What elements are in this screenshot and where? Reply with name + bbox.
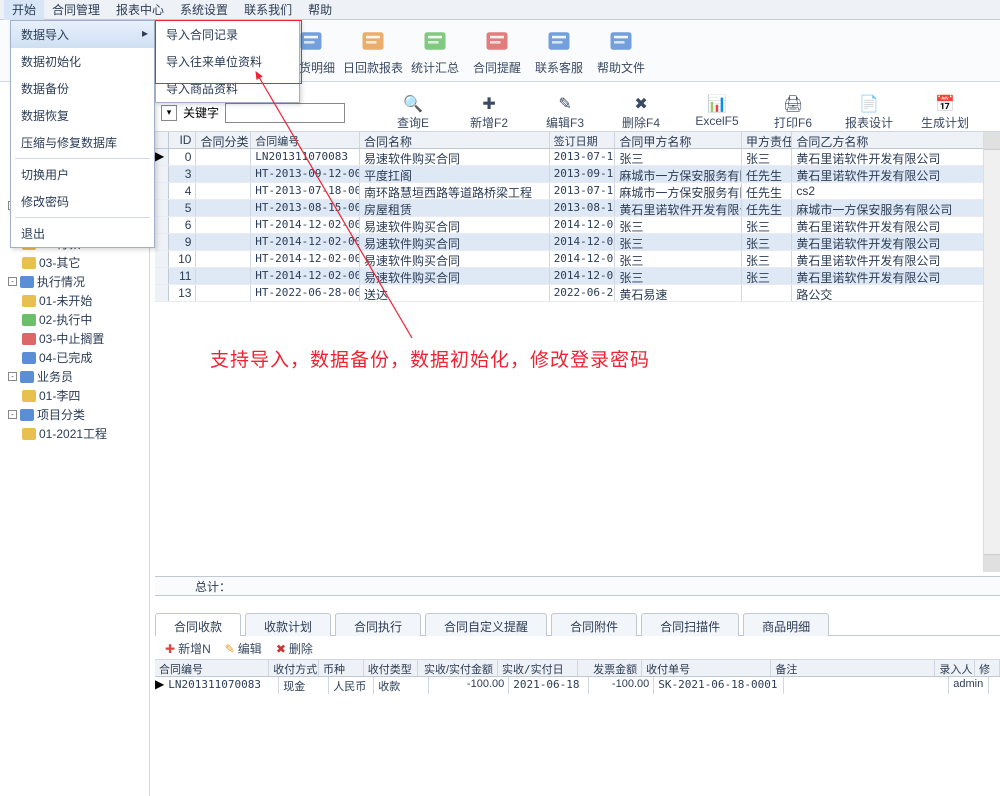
table-row[interactable]: ▶0LN201311070083易速软件购买合同2013-07-18张三张三黄石… (155, 149, 1000, 166)
totals-row: 总计： (155, 576, 1000, 596)
tree-node[interactable]: -执行情况 (0, 272, 149, 291)
table-row[interactable]: 9HT-2014-12-02-0004易速软件购买合同2014-12-02张三张… (155, 234, 1000, 251)
action-button[interactable]: ✖删除F4 (607, 94, 675, 131)
action-icon: ✖ (631, 94, 651, 114)
menu-item[interactable]: 帮助 (300, 0, 340, 20)
folder-icon (22, 352, 36, 364)
menu-item[interactable]: 合同管理 (44, 0, 108, 20)
toolbar-icon (605, 25, 637, 57)
action-button[interactable]: 🔍查询E (379, 94, 447, 131)
folder-icon (20, 409, 34, 421)
action-icon: 🖨 (783, 94, 803, 114)
tree-node[interactable]: 01-2021工程 (0, 424, 149, 443)
action-button[interactable]: 🖨打印F6 (759, 94, 827, 131)
keyword-label: 关键字 (183, 104, 219, 121)
table-row[interactable]: 4HT-2013-07-18-0001南环路慧垣西路等道路桥梁工程2013-07… (155, 183, 1000, 200)
action-button[interactable]: ✎编辑F3 (531, 94, 599, 131)
import-submenu: 导入合同记录导入往来单位资料导入商品资料 (155, 20, 300, 103)
payment-grid[interactable]: 合同编号收付方式币种收付类型实收/实付金额实收/实付日发票金额收付单号备注录入人… (155, 660, 1000, 710)
toolbar-button[interactable]: 统计汇总 (404, 25, 466, 76)
edit-button[interactable]: ✎编辑 (225, 640, 262, 657)
toolbar-button[interactable]: 日回款报表 (342, 25, 404, 76)
toolbar-icon (419, 25, 451, 57)
folder-icon (22, 257, 36, 269)
action-icon: ✎ (555, 94, 575, 114)
table-row[interactable]: 10HT-2014-12-02-0005易速软件购买合同2014-12-02张三… (155, 251, 1000, 268)
action-icon: 📊 (707, 94, 727, 114)
tab[interactable]: 商品明细 (743, 613, 829, 636)
toolbar-icon (543, 25, 575, 57)
folder-icon (22, 295, 36, 307)
tree-node[interactable]: -项目分类 (0, 405, 149, 424)
tree-node[interactable]: 04-已完成 (0, 348, 149, 367)
nav-tree: 1-2021-收付类型01-收款02-付款03-其它-执行情况01-未开始02-… (0, 180, 150, 796)
tab[interactable]: 收款计划 (245, 613, 331, 636)
annotation-text: 支持导入，数据备份，数据初始化，修改登录密码 (210, 345, 650, 372)
detail-toolbar: ✚新增N ✎编辑 ✖删除 (155, 638, 1000, 660)
action-icon: 📄 (859, 94, 879, 114)
start-menu-dropdown: 数据导入数据初始化数据备份数据恢复压缩与修复数据库切换用户修改密码退出 (10, 20, 155, 248)
menu-item[interactable]: 开始 (4, 0, 44, 20)
toolbar-button[interactable]: 联系客服 (528, 25, 590, 76)
action-icon: 🔍 (403, 94, 423, 114)
menu-item[interactable]: 退出 (11, 220, 154, 247)
action-button[interactable]: 📊ExcelF5 (683, 94, 751, 131)
toolbar-icon (481, 25, 513, 57)
tab[interactable]: 合同附件 (551, 613, 637, 636)
action-button[interactable]: 📄报表设计 (835, 94, 903, 131)
action-icon: ✚ (479, 94, 499, 114)
menu-item[interactable]: 数据导入 (11, 21, 154, 48)
folder-icon (22, 390, 36, 402)
menu-item[interactable]: 报表中心 (108, 0, 172, 20)
menu-item[interactable]: 数据备份 (11, 75, 154, 102)
folder-icon (22, 333, 36, 345)
tab[interactable]: 合同自定义提醒 (425, 613, 547, 636)
table-row[interactable]: 13HT-2022-06-28-0001送达2022-06-28黄石易速路公交 (155, 285, 1000, 302)
folder-icon (20, 276, 34, 288)
menu-item[interactable]: 修改密码 (11, 188, 154, 215)
table-row[interactable]: 5HT-2013-08-15-0001房屋租赁2013-08-15黄石里诺软件开… (155, 200, 1000, 217)
menu-item[interactable]: 导入往来单位资料 (156, 48, 299, 75)
add-button[interactable]: ✚新增N (165, 640, 211, 657)
table-row[interactable]: 11HT-2014-12-02-0006易速软件购买合同2014-12-02张三… (155, 268, 1000, 285)
menubar: 开始合同管理报表中心系统设置联系我们帮助 (0, 0, 1000, 20)
menu-item[interactable]: 导入商品资料 (156, 75, 299, 102)
toolbar-button[interactable]: 合同提醒 (466, 25, 528, 76)
tab[interactable]: 合同执行 (335, 613, 421, 636)
tab[interactable]: 合同扫描件 (641, 613, 739, 636)
tree-node[interactable]: -业务员 (0, 367, 149, 386)
toolbar-button[interactable]: 帮助文件 (590, 25, 652, 76)
tree-node[interactable]: 03-其它 (0, 253, 149, 272)
folder-icon (22, 428, 36, 440)
menu-item[interactable]: 压缩与修复数据库 (11, 129, 154, 156)
tree-node[interactable]: 03-中止搁置 (0, 329, 149, 348)
search-dropdown-icon[interactable]: ▾ (161, 105, 177, 121)
scrollbar[interactable] (983, 132, 1000, 572)
detail-tabs: 合同收款收款计划合同执行合同自定义提醒合同附件合同扫描件商品明细 (155, 612, 1000, 636)
menu-item[interactable]: 切换用户 (11, 161, 154, 188)
tree-node[interactable]: 01-未开始 (0, 291, 149, 310)
tree-node[interactable]: 01-李四 (0, 386, 149, 405)
keyword-input[interactable] (225, 103, 345, 123)
action-button[interactable]: ✚新增F2 (455, 94, 523, 131)
folder-icon (22, 314, 36, 326)
action-button[interactable]: 📅生成计划 (911, 94, 979, 131)
table-row[interactable]: 3HT-2013-09-12-0001平度扛阁2013-09-12麻城市一方保安… (155, 166, 1000, 183)
menu-item[interactable]: 导入合同记录 (156, 21, 299, 48)
tab[interactable]: 合同收款 (155, 613, 241, 636)
menu-item[interactable]: 系统设置 (172, 0, 236, 20)
menu-item[interactable]: 数据恢复 (11, 102, 154, 129)
action-icon: 📅 (935, 94, 955, 114)
delete-button[interactable]: ✖删除 (276, 640, 313, 657)
menu-item[interactable]: 联系我们 (236, 0, 300, 20)
toolbar-icon (357, 25, 389, 57)
tree-node[interactable]: 02-执行中 (0, 310, 149, 329)
folder-icon (20, 371, 34, 383)
table-row[interactable]: 6HT-2014-12-02-0001易速软件购买合同2014-12-02张三张… (155, 217, 1000, 234)
menu-item[interactable]: 数据初始化 (11, 48, 154, 75)
